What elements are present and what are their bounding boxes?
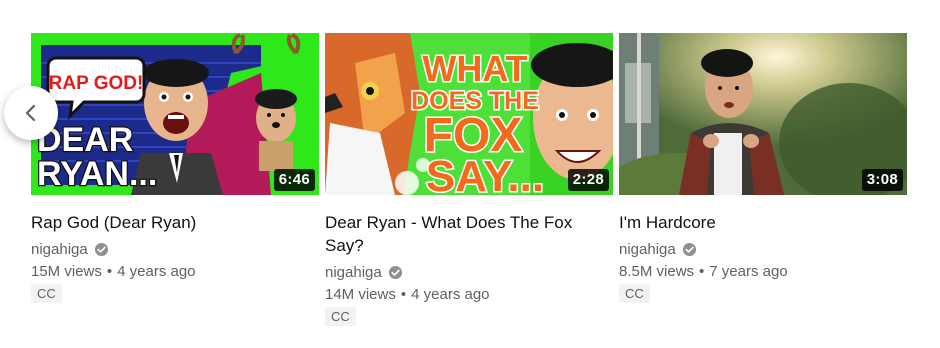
- cc-badge: CC: [325, 307, 356, 326]
- thumb-title-line-1: WHAT: [422, 48, 527, 89]
- previous-arrow-button[interactable]: [4, 86, 58, 140]
- video-title[interactable]: Dear Ryan - What Does The Fox Say?: [325, 211, 575, 257]
- upload-age: 4 years ago: [117, 263, 196, 280]
- cc-badge: CC: [619, 284, 650, 303]
- separator-dot: •: [699, 263, 705, 280]
- video-thumbnail[interactable]: 3:08: [619, 33, 907, 195]
- video-thumbnail[interactable]: RAP GOD! DEAR RYAN... 6:46: [31, 33, 319, 195]
- duration-badge: 2:28: [567, 169, 609, 191]
- chevron-left-icon: [25, 104, 36, 122]
- channel-name-row: nigahiga: [31, 239, 319, 260]
- duration-badge: 6:46: [273, 169, 315, 191]
- thumb-title-line-2: RYAN...: [37, 155, 157, 193]
- video-metadata: 8.5M views • 7 years ago: [619, 261, 907, 282]
- view-count: 15M views: [31, 263, 102, 280]
- channel-name-row: nigahiga: [325, 262, 613, 283]
- video-card[interactable]: RAP GOD! DEAR RYAN... 6:46 Rap God (Dear…: [31, 33, 319, 303]
- video-metadata: 14M views • 4 years ago: [325, 284, 613, 305]
- video-shelf: RAP GOD! DEAR RYAN... 6:46 Rap God (Dear…: [0, 0, 940, 348]
- upload-age: 4 years ago: [411, 286, 490, 303]
- separator-dot: •: [400, 286, 407, 303]
- video-title[interactable]: Rap God (Dear Ryan): [31, 211, 281, 234]
- verified-check-icon: [682, 242, 697, 257]
- channel-name-row: nigahiga: [619, 239, 907, 260]
- video-title[interactable]: I'm Hardcore: [619, 211, 869, 234]
- view-count: 8.5M views: [619, 263, 695, 280]
- separator-dot: •: [106, 263, 113, 280]
- video-metadata: 15M views • 4 years ago: [31, 261, 319, 282]
- upload-age: 7 years ago: [709, 263, 788, 280]
- thumb-title-line-4: SAY...: [426, 152, 544, 195]
- video-card[interactable]: WHAT DOES THE FOX SAY... 2:28 Dear Ryan …: [325, 33, 613, 326]
- video-card[interactable]: 3:08 I'm Hardcore nigahiga 8.5M views • 7 …: [619, 33, 907, 303]
- duration-badge: 3:08: [861, 169, 903, 191]
- view-count: 14M views: [325, 286, 396, 303]
- thumb-bubble-text: RAP GOD!: [49, 73, 144, 94]
- channel-name[interactable]: nigahiga: [619, 239, 676, 260]
- cc-badge: CC: [31, 284, 62, 303]
- channel-name[interactable]: nigahiga: [325, 262, 382, 283]
- video-thumbnail[interactable]: WHAT DOES THE FOX SAY... 2:28: [325, 33, 613, 195]
- verified-check-icon: [94, 242, 109, 257]
- verified-check-icon: [388, 265, 403, 280]
- channel-name[interactable]: nigahiga: [31, 239, 88, 260]
